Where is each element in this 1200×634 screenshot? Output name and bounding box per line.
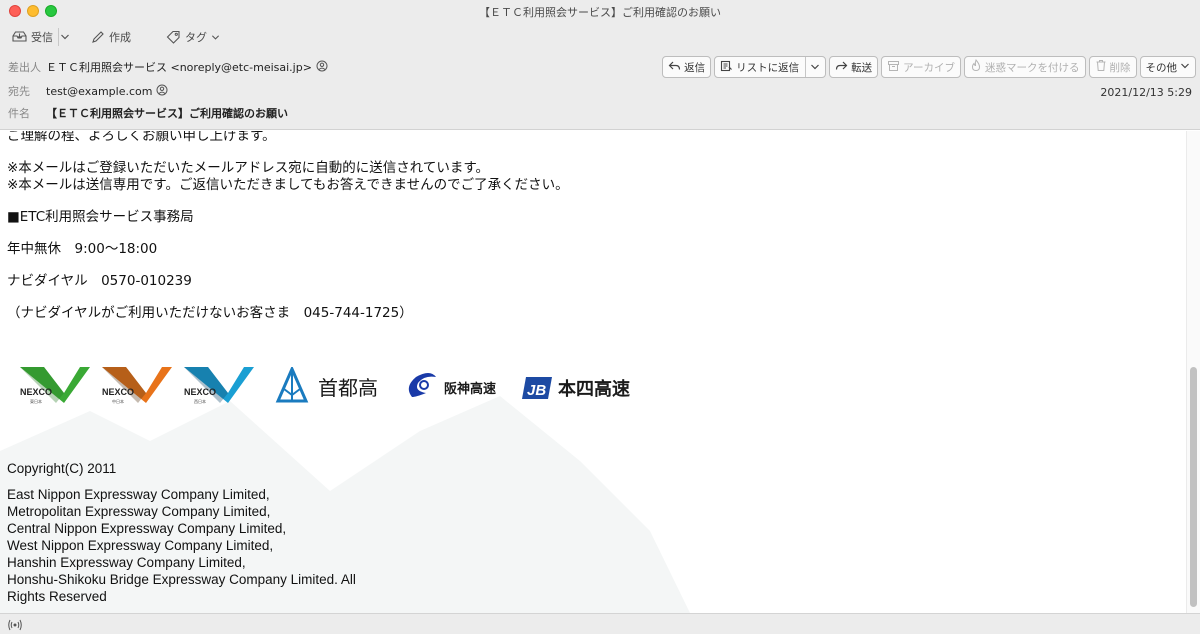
other-label: その他 bbox=[1145, 61, 1178, 74]
company-line: Metropolitan Expressway Company Limited, bbox=[7, 504, 271, 519]
reply-button[interactable]: 返信 bbox=[662, 56, 712, 78]
message-date: 2021/12/13 5:29 bbox=[1100, 86, 1192, 99]
company-line: Honshu-Shikoku Bridge Expressway Company… bbox=[7, 572, 356, 587]
to-label: 宛先 bbox=[8, 85, 30, 98]
message-header: 差出人 ＥＴＣ利用照会サービス <noreply@etc-meisai.jp> … bbox=[0, 52, 1200, 130]
compose-button[interactable]: 作成 bbox=[91, 28, 131, 46]
hanshin-text: 阪神高速 bbox=[444, 381, 496, 397]
nexco-central-text: NEXCO bbox=[102, 387, 134, 397]
reply-icon bbox=[668, 60, 681, 75]
shutoko-logo: 首都高 bbox=[275, 365, 378, 403]
nexco-east-sub: 東日本 bbox=[30, 398, 42, 404]
junk-label: 迷惑マークを付ける bbox=[985, 61, 1080, 74]
reply-list-label: リストに返信 bbox=[736, 61, 800, 74]
copyright-text: Copyright(C) 2011 bbox=[7, 461, 117, 476]
company-line: East Nippon Expressway Company Limited, bbox=[7, 487, 270, 502]
status-bar bbox=[0, 613, 1200, 634]
flame-icon bbox=[970, 59, 982, 75]
to-address[interactable]: test@example.com bbox=[46, 85, 152, 98]
forward-button[interactable]: 転送 bbox=[829, 56, 879, 78]
body-text: ナビダイヤル 0570-010239 bbox=[7, 273, 192, 289]
nexco-west-text: NEXCO bbox=[184, 387, 216, 397]
scrollbar-thumb[interactable] bbox=[1190, 367, 1197, 607]
pencil-icon bbox=[91, 30, 105, 44]
chevron-down-icon bbox=[211, 33, 220, 42]
message-actions: 返信 リストに返信 転送 アーカイブ 迷惑マークを付ける 削除 その他 bbox=[662, 56, 1196, 78]
forward-label: 転送 bbox=[851, 61, 873, 74]
to-value[interactable]: test@example.com bbox=[46, 84, 168, 99]
honshi-logo: JB 本四高速 bbox=[522, 377, 630, 400]
hanshin-logo: 阪神高速 bbox=[408, 373, 496, 397]
contact-icon[interactable] bbox=[156, 84, 168, 99]
from-label: 差出人 bbox=[8, 61, 41, 74]
junk-button[interactable]: 迷惑マークを付ける bbox=[964, 56, 1086, 78]
tag-label: タグ bbox=[185, 31, 207, 44]
to-row: 宛先 test@example.com bbox=[8, 83, 168, 99]
shutoko-text: 首都高 bbox=[318, 376, 378, 400]
reply-list-button[interactable]: リストに返信 bbox=[714, 56, 827, 78]
expressway-logos: NEXCO 東日本 NEXCO 中日本 NEXCO 西日本 首都高 阪神高速 J… bbox=[18, 365, 648, 407]
other-actions-button[interactable]: その他 bbox=[1139, 56, 1196, 78]
get-mail-dropdown[interactable] bbox=[60, 28, 70, 46]
company-line: Central Nippon Expressway Company Limite… bbox=[7, 521, 287, 536]
compose-label: 作成 bbox=[109, 31, 131, 44]
chevron-down-icon[interactable] bbox=[805, 57, 820, 77]
honshi-mark: JB bbox=[527, 382, 546, 399]
nexco-west-sub: 西日本 bbox=[194, 398, 206, 404]
from-value[interactable]: ＥＴＣ利用照会サービス <noreply@etc-meisai.jp> bbox=[46, 59, 328, 75]
from-address[interactable]: ＥＴＣ利用照会サービス <noreply@etc-meisai.jp> bbox=[46, 59, 312, 75]
delete-label: 削除 bbox=[1109, 61, 1131, 74]
from-row: 差出人 ＥＴＣ利用照会サービス <noreply@etc-meisai.jp> bbox=[8, 59, 328, 75]
nexco-central-sub: 中日本 bbox=[112, 398, 124, 404]
nexco-west-logo: NEXCO 西日本 bbox=[184, 367, 254, 404]
reply-label: 返信 bbox=[684, 61, 706, 74]
toolbar-divider bbox=[58, 28, 59, 46]
get-mail-button[interactable]: 受信 bbox=[12, 28, 53, 46]
company-line: Hanshin Expressway Company Limited, bbox=[7, 555, 246, 570]
nexco-east-logo: NEXCO 東日本 bbox=[20, 367, 90, 404]
body-text: ■ETC利用照会サービス事務局 bbox=[7, 209, 194, 225]
forward-icon bbox=[835, 60, 848, 75]
body-text: 年中無休 9:00〜18:00 bbox=[7, 241, 158, 257]
contact-icon[interactable] bbox=[316, 60, 328, 75]
delete-button[interactable]: 削除 bbox=[1088, 56, 1137, 78]
subject-label: 件名 bbox=[8, 107, 30, 120]
archive-button[interactable]: アーカイブ bbox=[881, 56, 961, 78]
subject-value: 【ＥＴＣ利用照会サービス】ご利用確認のお願い bbox=[46, 107, 288, 120]
chevron-down-icon bbox=[60, 32, 70, 42]
title-bar: 【ＥＴＣ利用照会サービス】ご利用確認のお願い bbox=[0, 0, 1200, 22]
body-text: ※本メールは送信専用です。ご返信いただきましてもお答えできませんのでご了承くださ… bbox=[7, 177, 569, 193]
window-title: 【ＥＴＣ利用照会サービス】ご利用確認のお願い bbox=[479, 6, 721, 19]
trash-icon bbox=[1095, 59, 1107, 75]
toolbar: 受信 作成 タグ bbox=[0, 22, 1200, 52]
mail-window: 【ＥＴＣ利用照会サービス】ご利用確認のお願い 受信 作成 タグ 差出人 ＥＴＣ利… bbox=[0, 0, 1200, 634]
archive-label: アーカイブ bbox=[903, 61, 955, 74]
body-text: （ナビダイヤルがご利用いただけないお客さま 045-744-1725） bbox=[7, 305, 413, 321]
list-reply-icon bbox=[720, 60, 733, 75]
company-line: Rights Reserved bbox=[7, 589, 107, 604]
tag-icon bbox=[166, 30, 181, 44]
vertical-scrollbar[interactable] bbox=[1186, 131, 1200, 613]
body-text: ※本メールはご登録いただいたメールアドレス宛に自動的に送信されています。 bbox=[7, 160, 490, 176]
nexco-central-logo: NEXCO 中日本 bbox=[102, 367, 172, 404]
chevron-down-icon bbox=[1180, 61, 1190, 74]
body-text: ご理解の程、よろしくお願い申し上げます。 bbox=[7, 131, 276, 144]
nexco-east-text: NEXCO bbox=[20, 387, 52, 397]
company-line: West Nippon Expressway Company Limited, bbox=[7, 538, 274, 553]
inbox-download-icon bbox=[12, 30, 27, 44]
honshi-text: 本四高速 bbox=[558, 378, 630, 400]
get-mail-label: 受信 bbox=[31, 31, 53, 44]
subject-row: 件名 【ＥＴＣ利用照会サービス】ご利用確認のお願い bbox=[8, 105, 288, 121]
archive-icon bbox=[887, 60, 900, 75]
tag-button[interactable]: タグ bbox=[166, 28, 220, 46]
message-body: ご理解の程、よろしくお願い申し上げます。 ※本メールはご登録いただいたメールアド… bbox=[0, 131, 1186, 613]
logos-graphic: NEXCO 東日本 NEXCO 中日本 NEXCO 西日本 首都高 阪神高速 J… bbox=[20, 365, 630, 404]
online-status-icon[interactable] bbox=[7, 617, 23, 634]
